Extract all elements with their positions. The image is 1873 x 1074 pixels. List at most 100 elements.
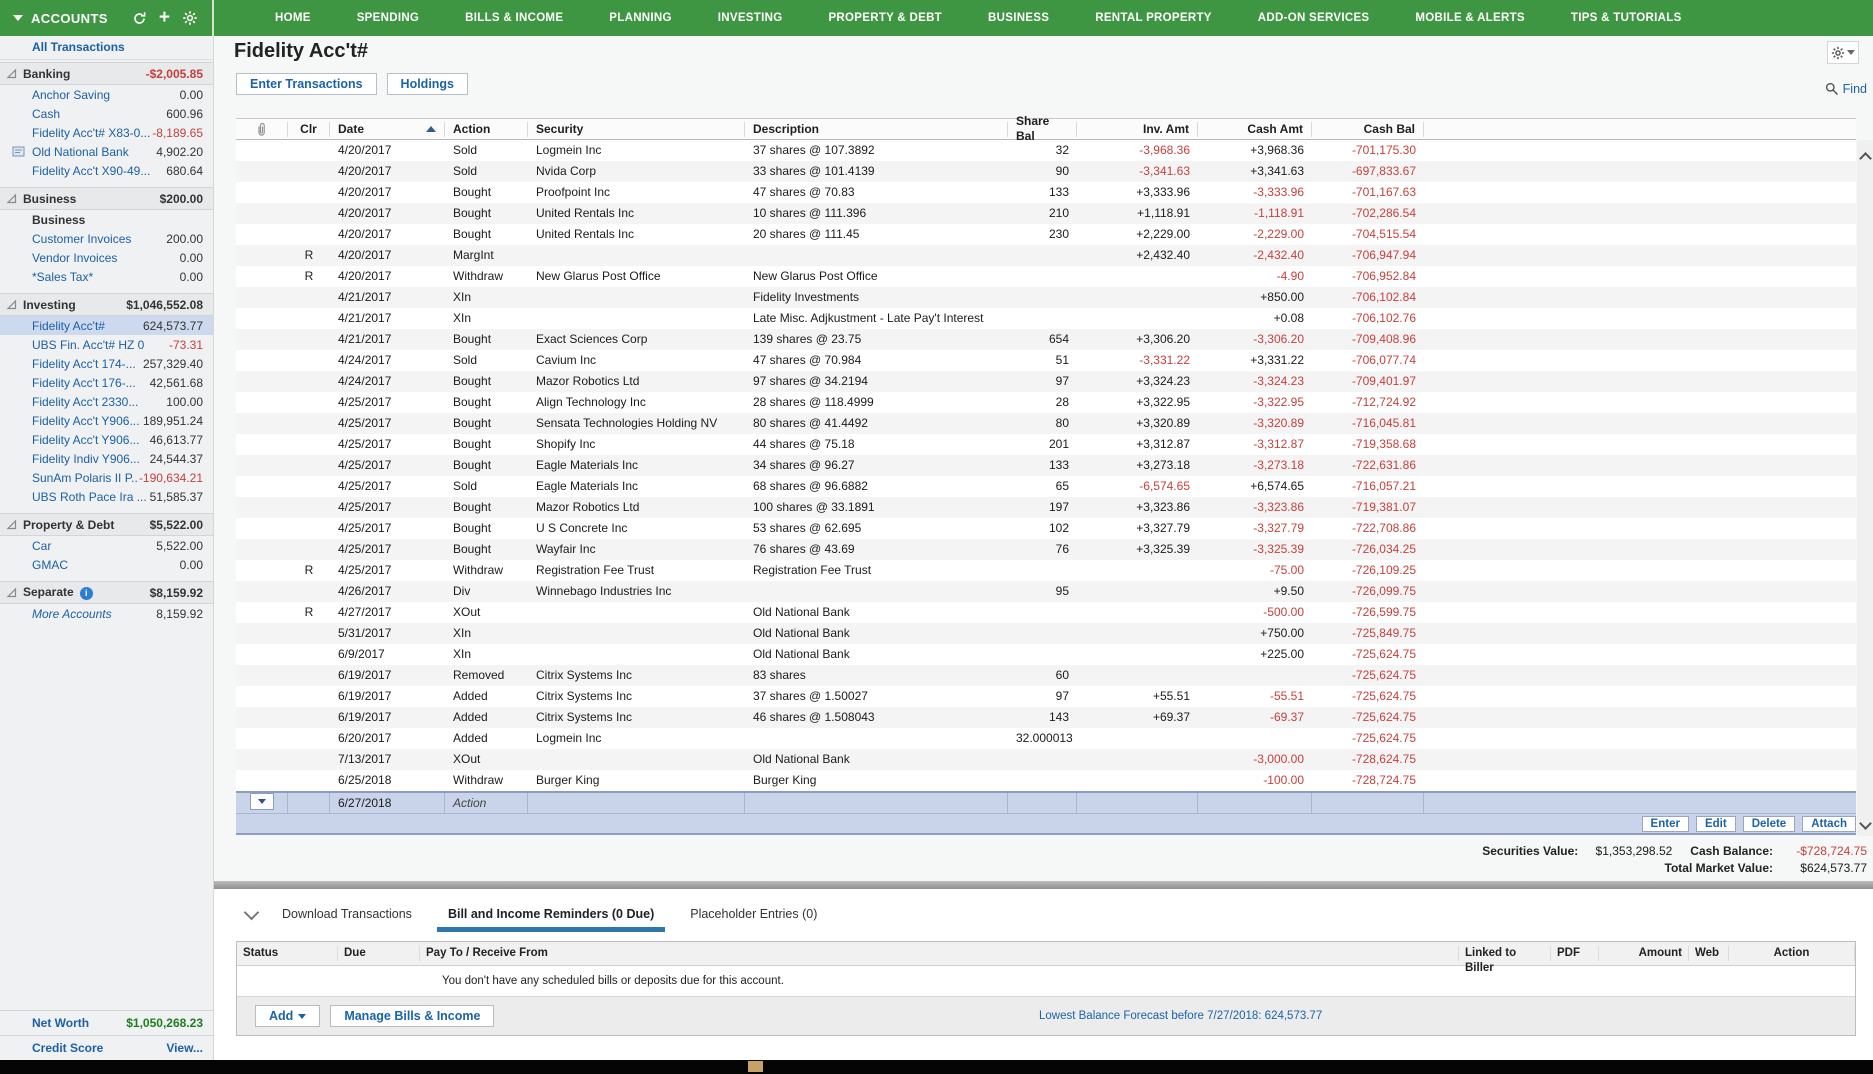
nav-item-property-debt[interactable]: PROPERTY & DEBT [805,0,965,36]
transaction-row[interactable]: 4/25/2017BoughtEagle Materials Inc34 sha… [236,455,1856,476]
panel-splitter[interactable] [214,881,1873,889]
section-collapse-icon[interactable] [6,519,17,530]
nav-item-planning[interactable]: PLANNING [586,0,694,36]
transaction-row[interactable]: 4/24/2017SoldCavium Inc47 shares @ 70.98… [236,350,1856,371]
sidebar-item-fidelity-acc-t-174[interactable]: Fidelity Acc't 174-...257,329.40 [0,354,213,373]
nav-item-mobile-alerts[interactable]: MOBILE & ALERTS [1392,0,1548,36]
transaction-row[interactable]: 4/21/2017XInLate Misc. Adjkustment - Lat… [236,308,1856,329]
transaction-row[interactable]: 4/20/2017BoughtProofpoint Inc47 shares @… [236,182,1856,203]
transaction-row[interactable]: 4/25/2017BoughtShopify Inc44 shares @ 75… [236,434,1856,455]
sidebar-item-all-transactions[interactable]: All Transactions [0,36,213,60]
transaction-row[interactable]: 4/21/2017BoughtExact Sciences Corp139 sh… [236,329,1856,350]
register-scrollbar[interactable] [1857,140,1873,836]
sidebar-item-car[interactable]: Car5,522.00 [0,536,213,555]
transaction-row[interactable]: 6/19/2017AddedCitrix Systems Inc37 share… [236,686,1856,707]
nav-item-investing[interactable]: INVESTING [695,0,806,36]
sidebar-item-business[interactable]: Business [0,210,213,229]
nav-item-business[interactable]: BUSINESS [965,0,1072,36]
delete-button[interactable]: Delete [1743,816,1796,832]
sidebar-item-gmac[interactable]: GMAC0.00 [0,555,213,574]
sidebar-item-old-national-bank[interactable]: Old National Bank4,902.20 [0,142,213,161]
sidebar-item-fidelity-acc-t[interactable]: Fidelity Acc't#624,573.77 [0,316,213,335]
add-account-icon[interactable]: + [159,10,170,26]
attach-button[interactable]: Attach [1802,816,1856,832]
transaction-row[interactable]: 4/25/2017SoldEagle Materials Inc68 share… [236,476,1856,497]
reminder-column-linked-to-biller[interactable]: Linked to Biller [1459,946,1551,961]
transaction-row[interactable]: R4/27/2017XOutOld National Bank-500.00-7… [236,602,1856,623]
reminder-column-action[interactable]: Action [1729,946,1855,961]
transaction-row[interactable]: 6/20/2017AddedLogmein Inc32.000013-725,6… [236,728,1856,749]
transaction-row[interactable]: 4/20/2017SoldNvida Corp33 shares @ 101.4… [236,161,1856,182]
sidebar-item-sunam-polaris-ii-p[interactable]: SunAm Polaris II P...-190,634.21 [0,468,213,487]
transaction-row[interactable]: 6/9/2017XInOld National Bank+225.00-725,… [236,644,1856,665]
transaction-row[interactable]: 4/25/2017BoughtMazor Robotics Ltd100 sha… [236,497,1856,518]
sidebar-item-fidelity-acc-t-x83-0[interactable]: Fidelity Acc't# X83-0...-8,189.65 [0,123,213,142]
section-collapse-icon[interactable] [6,587,17,598]
transaction-row[interactable]: 4/25/2017BoughtWayfair Inc76 shares @ 43… [236,539,1856,560]
column-header-attachment[interactable] [236,122,288,137]
column-header-inv-amt[interactable]: Inv. Amt [1077,122,1198,137]
transaction-row[interactable]: 4/25/2017BoughtU S Concrete Inc53 shares… [236,518,1856,539]
find-control[interactable]: Find [1825,82,1867,96]
tab-bill-and-income-reminders-0-due[interactable]: Bill and Income Reminders (0 Due) [437,898,665,930]
sidebar-section-investing[interactable]: Investing$1,046,552.08 [0,293,213,316]
reminder-column-pay-to-receive-from[interactable]: Pay To / Receive From [420,946,1459,961]
column-header-clr[interactable]: Clr [288,122,330,137]
section-collapse-icon[interactable] [6,193,17,204]
nav-item-rental-property[interactable]: RENTAL PROPERTY [1072,0,1235,36]
holdings-button[interactable]: Holdings [387,73,468,95]
nav-item-tips-tutorials[interactable]: TIPS & TUTORIALS [1548,0,1705,36]
transaction-row[interactable]: 6/19/2017RemovedCitrix Systems Inc83 sha… [236,665,1856,686]
nav-item-add-on-services[interactable]: ADD-ON SERVICES [1235,0,1393,36]
transaction-row[interactable]: 6/25/2018WithdrawBurger KingBurger King-… [236,770,1856,791]
credit-score-view-link[interactable]: View... [166,1041,203,1055]
reminder-column-amount[interactable]: Amount [1599,946,1689,961]
add-reminder-button[interactable]: Add [255,1005,320,1027]
accounts-gear-icon[interactable] [182,10,198,26]
edit-button[interactable]: Edit [1696,816,1736,832]
accounts-header[interactable]: ACCOUNTS + [0,0,214,36]
sidebar-item-cash[interactable]: Cash600.96 [0,104,213,123]
enter-button[interactable]: Enter [1642,816,1689,832]
new-transaction-row[interactable]: 6/27/2018Action [236,791,1856,813]
transaction-row[interactable]: 4/20/2017SoldLogmein Inc37 shares @ 107.… [236,140,1856,161]
sidebar-item-ubs-roth-pace-ira[interactable]: UBS Roth Pace Ira ...51,585.37 [0,487,213,506]
transaction-row[interactable]: 4/26/2017DivWinnebago Industries Inc95+9… [236,581,1856,602]
transaction-row[interactable]: 4/24/2017BoughtMazor Robotics Ltd97 shar… [236,371,1856,392]
sidebar-item-sales-tax[interactable]: *Sales Tax*0.00 [0,267,213,286]
nav-item-spending[interactable]: SPENDING [334,0,442,36]
sidebar-item-customer-invoices[interactable]: Customer Invoices200.00 [0,229,213,248]
transaction-row[interactable]: R4/20/2017MargInt+2,432.40-2,432.40-706,… [236,245,1856,266]
reminder-column-due[interactable]: Due [338,946,420,961]
sidebar-section-property-debt[interactable]: Property & Debt$5,522.00 [0,513,213,536]
sidebar-section-banking[interactable]: Banking-$2,005.85 [0,62,213,85]
transaction-row[interactable]: R4/25/2017WithdrawRegistration Fee Trust… [236,560,1856,581]
transaction-row[interactable]: 7/13/2017XOutOld National Bank-3,000.00-… [236,749,1856,770]
nav-item-bills-income[interactable]: BILLS & INCOME [442,0,586,36]
sidebar-section-business[interactable]: Business$200.00 [0,187,213,210]
credit-score-row[interactable]: Credit Score View... [0,1035,213,1060]
info-icon[interactable]: i [80,587,93,600]
sidebar-item-more-accounts[interactable]: More Accounts8,159.92 [0,604,213,623]
manage-bills-income-button[interactable]: Manage Bills & Income [330,1005,494,1027]
column-header-security[interactable]: Security [528,122,745,137]
sidebar-item-fidelity-acc-t-2330[interactable]: Fidelity Acc't 2330...100.00 [0,392,213,411]
sidebar-item-vendor-invoices[interactable]: Vendor Invoices0.00 [0,248,213,267]
entry-dropdown-button[interactable] [250,793,274,810]
account-actions-button[interactable] [1827,41,1859,64]
nav-item-home[interactable]: HOME [252,0,334,36]
tab-download-transactions[interactable]: Download Transactions [271,898,423,930]
reminder-column-web[interactable]: Web [1689,946,1729,961]
transaction-row[interactable]: R4/20/2017WithdrawNew Glarus Post Office… [236,266,1856,287]
transaction-row[interactable]: 4/20/2017BoughtUnited Rentals Inc20 shar… [236,224,1856,245]
scroll-down-icon[interactable] [1859,817,1872,830]
column-header-share-bal[interactable]: Share Bal [1008,122,1077,137]
taskbar-app-icon[interactable] [748,1061,763,1072]
transaction-row[interactable]: 4/20/2017BoughtUnited Rentals Inc10 shar… [236,203,1856,224]
lowest-balance-forecast-link[interactable]: Lowest Balance Forecast before 7/27/2018… [1039,1010,1322,1022]
column-header-date[interactable]: Date [330,122,445,137]
sidebar-item-fidelity-acc-t-y906[interactable]: Fidelity Acc't Y906...189,951.24 [0,411,213,430]
transaction-row[interactable]: 4/25/2017BoughtAlign Technology Inc28 sh… [236,392,1856,413]
column-header-cash-amt[interactable]: Cash Amt [1198,122,1312,137]
tab-placeholder-entries-0[interactable]: Placeholder Entries (0) [679,898,828,930]
